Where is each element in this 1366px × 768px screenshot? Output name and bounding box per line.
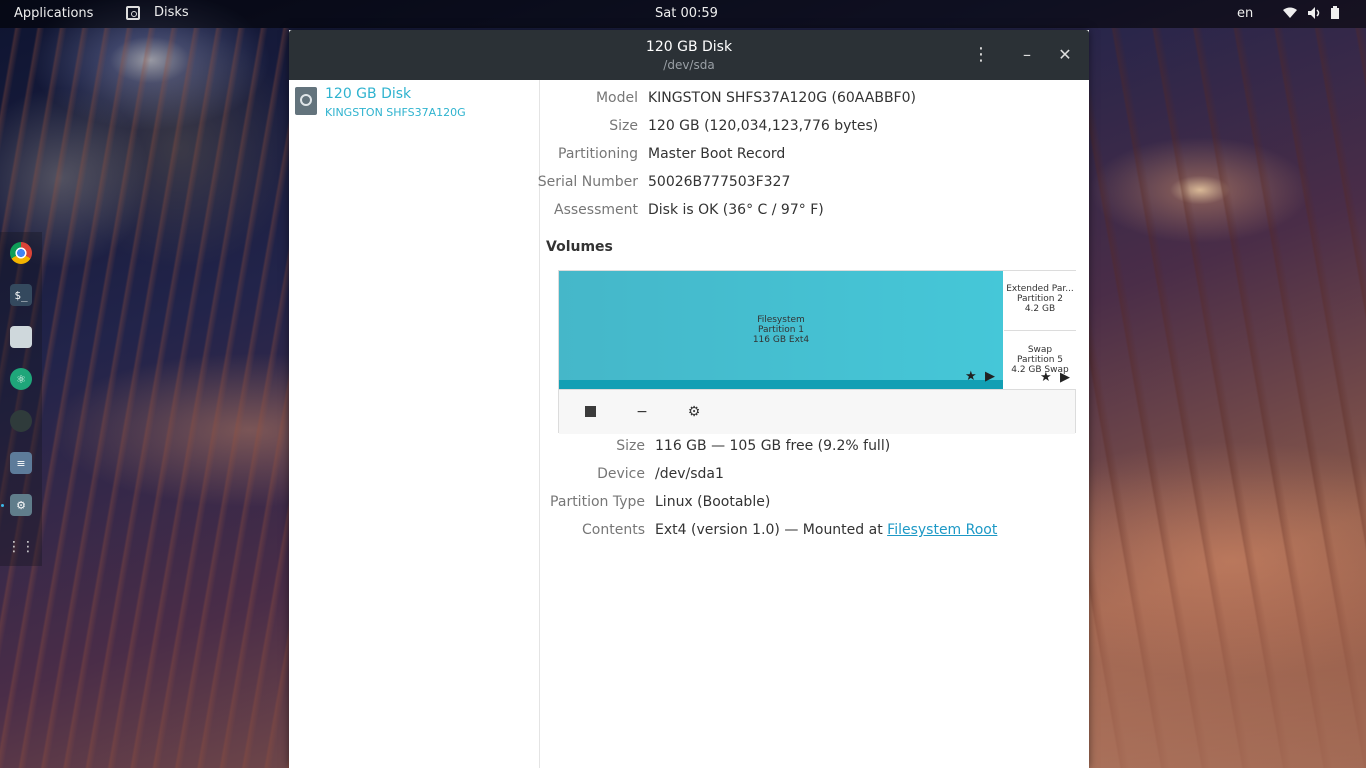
window-title: 120 GB Disk bbox=[645, 39, 733, 55]
bootable-star-icon: ★ bbox=[965, 369, 977, 384]
wallpaper-right bbox=[1089, 28, 1366, 768]
minus-icon: − bbox=[636, 404, 648, 420]
partition-info-row: Partition Type bbox=[540, 494, 645, 514]
partition-2-label: Extended Par... Partition 2 4.2 GB bbox=[1004, 284, 1076, 314]
close-button[interactable]: ✕ bbox=[1054, 44, 1076, 66]
window-subtitle: /dev/sda bbox=[663, 58, 715, 72]
header-bar: 120 GB Disk /dev/sda ⋮ – ✕ bbox=[289, 30, 1089, 80]
drive-list-item[interactable]: 120 GB Disk KINGSTON SHFS37A120G bbox=[295, 86, 535, 120]
partition-info-row: Contents bbox=[540, 522, 645, 542]
files-icon[interactable] bbox=[10, 326, 32, 348]
partition-5-type: Swap bbox=[1027, 345, 1053, 355]
disk-info-row: Partitioning bbox=[540, 146, 638, 166]
top-bar: Applications Disks Sat 00:59 en bbox=[0, 0, 1366, 28]
partition-info-row: Size bbox=[540, 438, 645, 458]
partition-2-type: Extended Par... bbox=[1006, 284, 1074, 294]
system-tray[interactable] bbox=[1283, 6, 1339, 19]
atom-icon[interactable]: ⚛ bbox=[10, 368, 32, 390]
info-value: 120 GB (120,034,123,776 bytes) bbox=[648, 118, 879, 134]
partition-info-row: Device bbox=[540, 466, 645, 486]
volume-toolbar: − ⚙ bbox=[559, 389, 1075, 434]
disk-info-row: Size bbox=[540, 118, 638, 138]
disk-info-row: Assessment bbox=[540, 202, 638, 222]
drive-title: 120 GB Disk bbox=[325, 86, 412, 102]
partition-5-name: Partition 5 bbox=[1016, 355, 1064, 365]
disk-info-row: Model bbox=[540, 90, 638, 110]
info-key: Partition Type bbox=[550, 494, 645, 510]
minimize-button[interactable]: – bbox=[1016, 44, 1038, 66]
partition-1-label: Filesystem Partition 1 116 GB Ext4 bbox=[559, 315, 1003, 345]
chrome-icon[interactable] bbox=[10, 242, 32, 264]
app-grid-icon[interactable]: ⋮⋮ bbox=[7, 536, 35, 558]
active-app-indicator[interactable]: Disks bbox=[126, 5, 189, 20]
active-play-icon: ▶ bbox=[1060, 370, 1070, 385]
terminal-icon[interactable]: $_ bbox=[10, 284, 32, 306]
applications-menu[interactable]: Applications bbox=[14, 6, 93, 21]
drive-model: KINGSTON SHFS37A120G bbox=[325, 106, 466, 119]
info-value: 50026B777503F327 bbox=[648, 174, 791, 190]
gears-icon: ⚙ bbox=[687, 404, 701, 420]
keyboard-layout-indicator[interactable]: en bbox=[1237, 6, 1253, 21]
info-value: Linux (Bootable) bbox=[655, 494, 771, 510]
drive-list: 120 GB Disk KINGSTON SHFS37A120G bbox=[289, 80, 540, 768]
partition-2-size: 4.2 GB bbox=[1024, 304, 1056, 314]
info-value: KINGSTON SHFS37A120G (60AABBF0) bbox=[648, 90, 916, 106]
disk-info-row: Serial Number bbox=[537, 174, 638, 194]
info-key: Size bbox=[609, 118, 638, 134]
info-value: /dev/sda1 bbox=[655, 466, 724, 482]
wifi-icon bbox=[1283, 7, 1297, 18]
contents-text: Ext4 (version 1.0) — Mounted at bbox=[655, 522, 888, 538]
partition-1-name: Partition 1 bbox=[757, 325, 805, 335]
info-value: Master Boot Record bbox=[648, 146, 786, 162]
mount-point-link[interactable]: Filesystem Root bbox=[887, 522, 997, 538]
info-key: Serial Number bbox=[537, 174, 638, 190]
partition-1-type: Filesystem bbox=[757, 315, 805, 325]
info-value: Disk is OK (36° C / 97° F) bbox=[648, 202, 824, 218]
clock[interactable]: Sat 00:59 bbox=[655, 6, 718, 21]
info-key: Model bbox=[595, 90, 638, 106]
info-value: 116 GB — 105 GB free (9.2% full) bbox=[655, 438, 891, 454]
drive-icon bbox=[295, 87, 317, 115]
partition-5-block[interactable]: Swap Partition 5 4.2 GB Swap ★ ▶ bbox=[1004, 331, 1076, 389]
gitkraken-icon[interactable] bbox=[10, 410, 32, 432]
drive-menu-button[interactable]: ⋮ bbox=[970, 44, 992, 66]
stop-icon bbox=[584, 406, 596, 417]
info-key: Partitioning bbox=[558, 146, 638, 162]
wallpaper-left bbox=[0, 28, 289, 768]
info-value: Ext4 (version 1.0) — Mounted at Filesyst… bbox=[655, 522, 997, 538]
partition-1-size: 116 GB Ext4 bbox=[752, 335, 810, 345]
active-app-label: Disks bbox=[154, 5, 189, 20]
running-indicator bbox=[1, 504, 4, 507]
disks-window: 120 GB Disk /dev/sda ⋮ – ✕ 120 GB Disk K… bbox=[289, 30, 1089, 768]
server-icon[interactable]: ≡ bbox=[10, 452, 32, 474]
volume-icon bbox=[1308, 6, 1320, 19]
disks-icon bbox=[126, 5, 140, 20]
partition-1-usage-bar bbox=[559, 380, 1003, 389]
delete-partition-button[interactable]: − bbox=[632, 402, 652, 422]
volume-map: Filesystem Partition 1 116 GB Ext4 ★ ▶ E… bbox=[558, 270, 1076, 434]
more-actions-button[interactable]: ⚙ bbox=[684, 402, 704, 422]
battery-icon bbox=[1331, 6, 1339, 19]
disks-icon[interactable]: ⚙ bbox=[10, 494, 32, 516]
info-key: Assessment bbox=[554, 202, 638, 218]
partition-1-block[interactable]: Filesystem Partition 1 116 GB Ext4 ★ ▶ bbox=[559, 271, 1003, 389]
unmount-button[interactable] bbox=[580, 402, 600, 422]
bootable-star-icon: ★ bbox=[1040, 370, 1052, 385]
partition-2-name: Partition 2 bbox=[1016, 294, 1064, 304]
volumes-heading: Volumes bbox=[546, 239, 613, 255]
info-key: Device bbox=[597, 466, 645, 482]
partition-2-block[interactable]: Extended Par... Partition 2 4.2 GB bbox=[1004, 271, 1076, 331]
drive-details: Model KINGSTON SHFS37A120G (60AABBF0) Si… bbox=[537, 80, 1089, 768]
info-key: Contents bbox=[582, 522, 645, 538]
dock: $_ ⚛ ≡ ⚙ ⋮⋮ bbox=[0, 232, 42, 566]
info-key: Size bbox=[616, 438, 645, 454]
mounted-play-icon: ▶ bbox=[985, 369, 995, 384]
